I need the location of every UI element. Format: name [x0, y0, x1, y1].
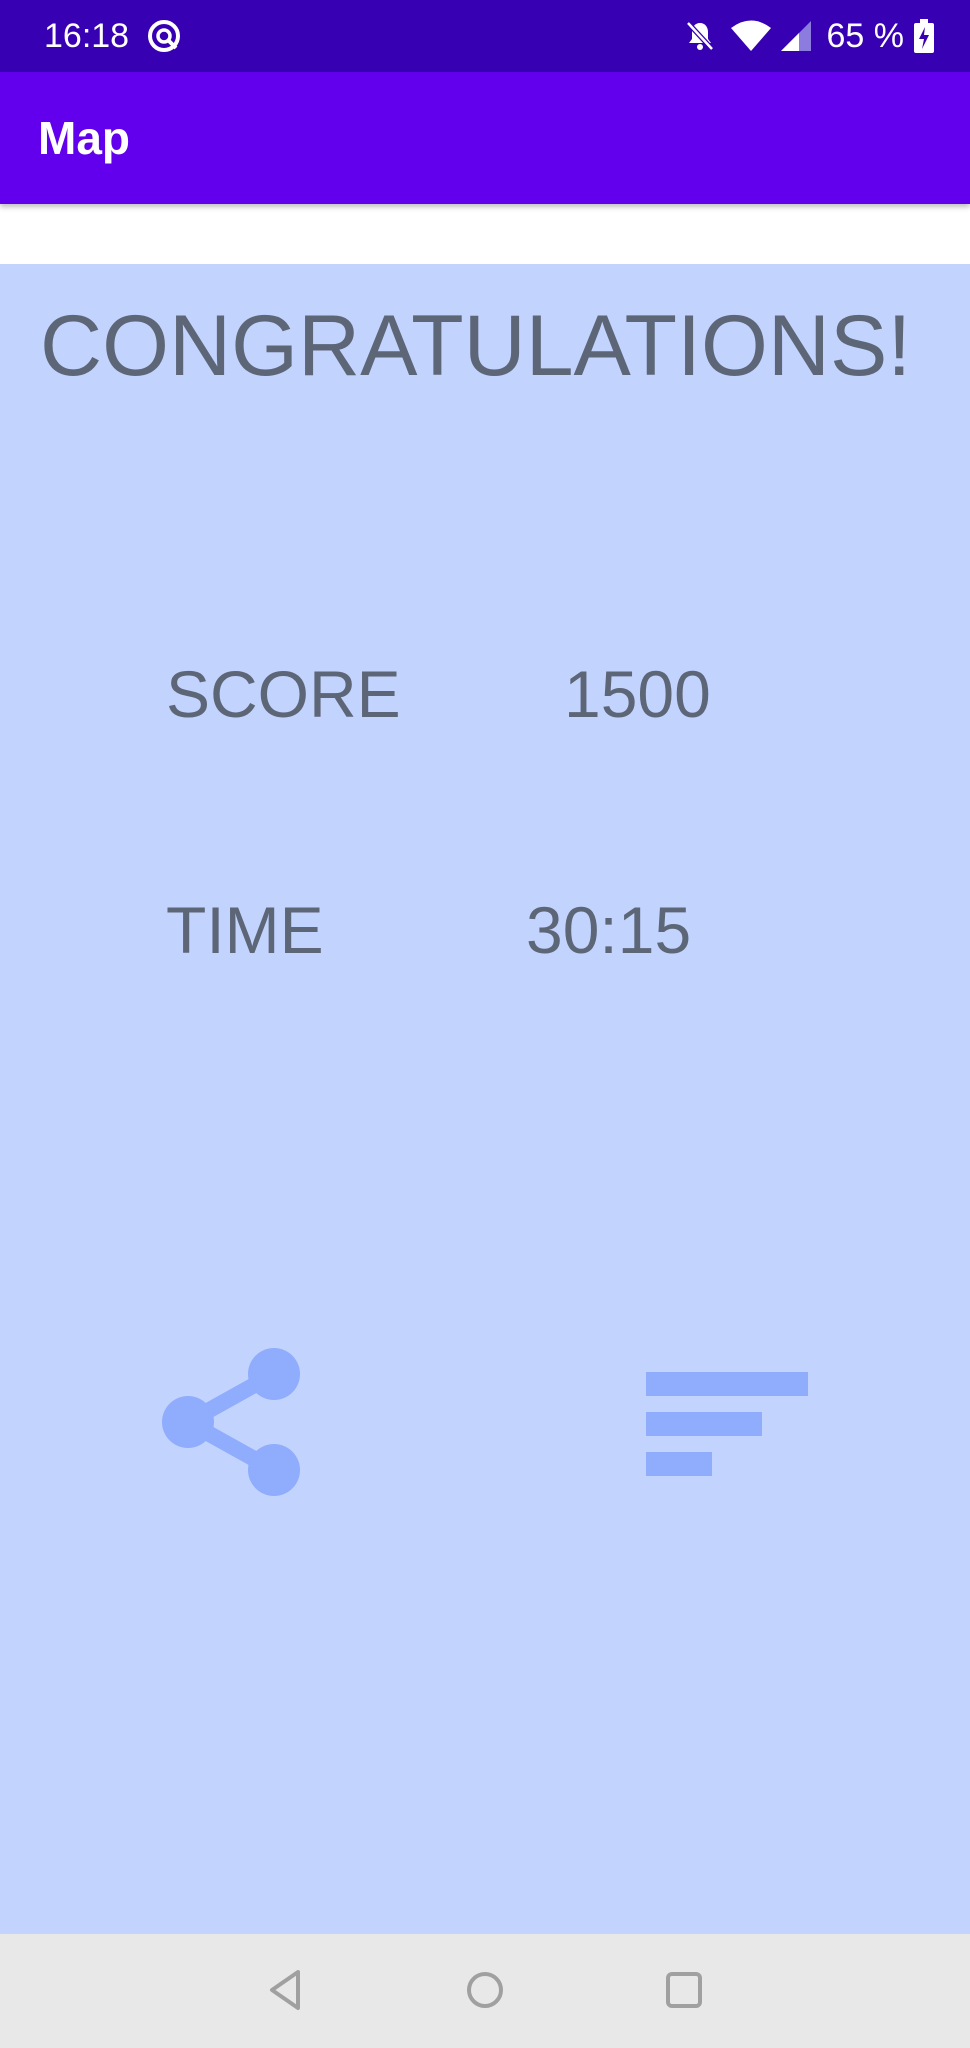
- status-time: 16:18: [44, 17, 130, 55]
- back-icon: [258, 1962, 314, 2018]
- leaderboard-button[interactable]: [646, 1370, 810, 1478]
- result-panel: [0, 264, 970, 1934]
- back-button[interactable]: [258, 1962, 314, 2018]
- congratulations-heading: CONGRATULATIONS!: [40, 298, 912, 394]
- screen: 16:18 65 % Map CONGRATULATIONS! SCORE 15…: [0, 0, 970, 2048]
- score-value: 1500: [564, 657, 711, 731]
- cellular-signal-icon: [779, 19, 813, 53]
- status-bar: 16:18 65 %: [0, 0, 970, 72]
- recents-icon: [656, 1962, 712, 2018]
- battery-percentage: 65 %: [826, 17, 905, 55]
- score-label: SCORE: [166, 657, 401, 731]
- recents-button[interactable]: [656, 1962, 712, 2018]
- time-label: TIME: [166, 893, 324, 967]
- navigation-bar: [0, 1934, 970, 2048]
- time-value: 30:15: [526, 893, 692, 967]
- bell-off-icon: [683, 19, 717, 53]
- app-bar: Map: [0, 72, 970, 204]
- status-icons: 65 %: [683, 14, 934, 58]
- share-button[interactable]: [160, 1346, 310, 1498]
- app-notification-icon: [146, 18, 182, 54]
- battery-charging-icon: [914, 19, 934, 53]
- share-icon: [160, 1346, 310, 1498]
- sort-icon: [646, 1370, 810, 1478]
- home-icon: [457, 1962, 513, 2018]
- page-title: Map: [38, 112, 130, 164]
- home-button[interactable]: [457, 1962, 513, 2018]
- wifi-icon: [729, 19, 773, 53]
